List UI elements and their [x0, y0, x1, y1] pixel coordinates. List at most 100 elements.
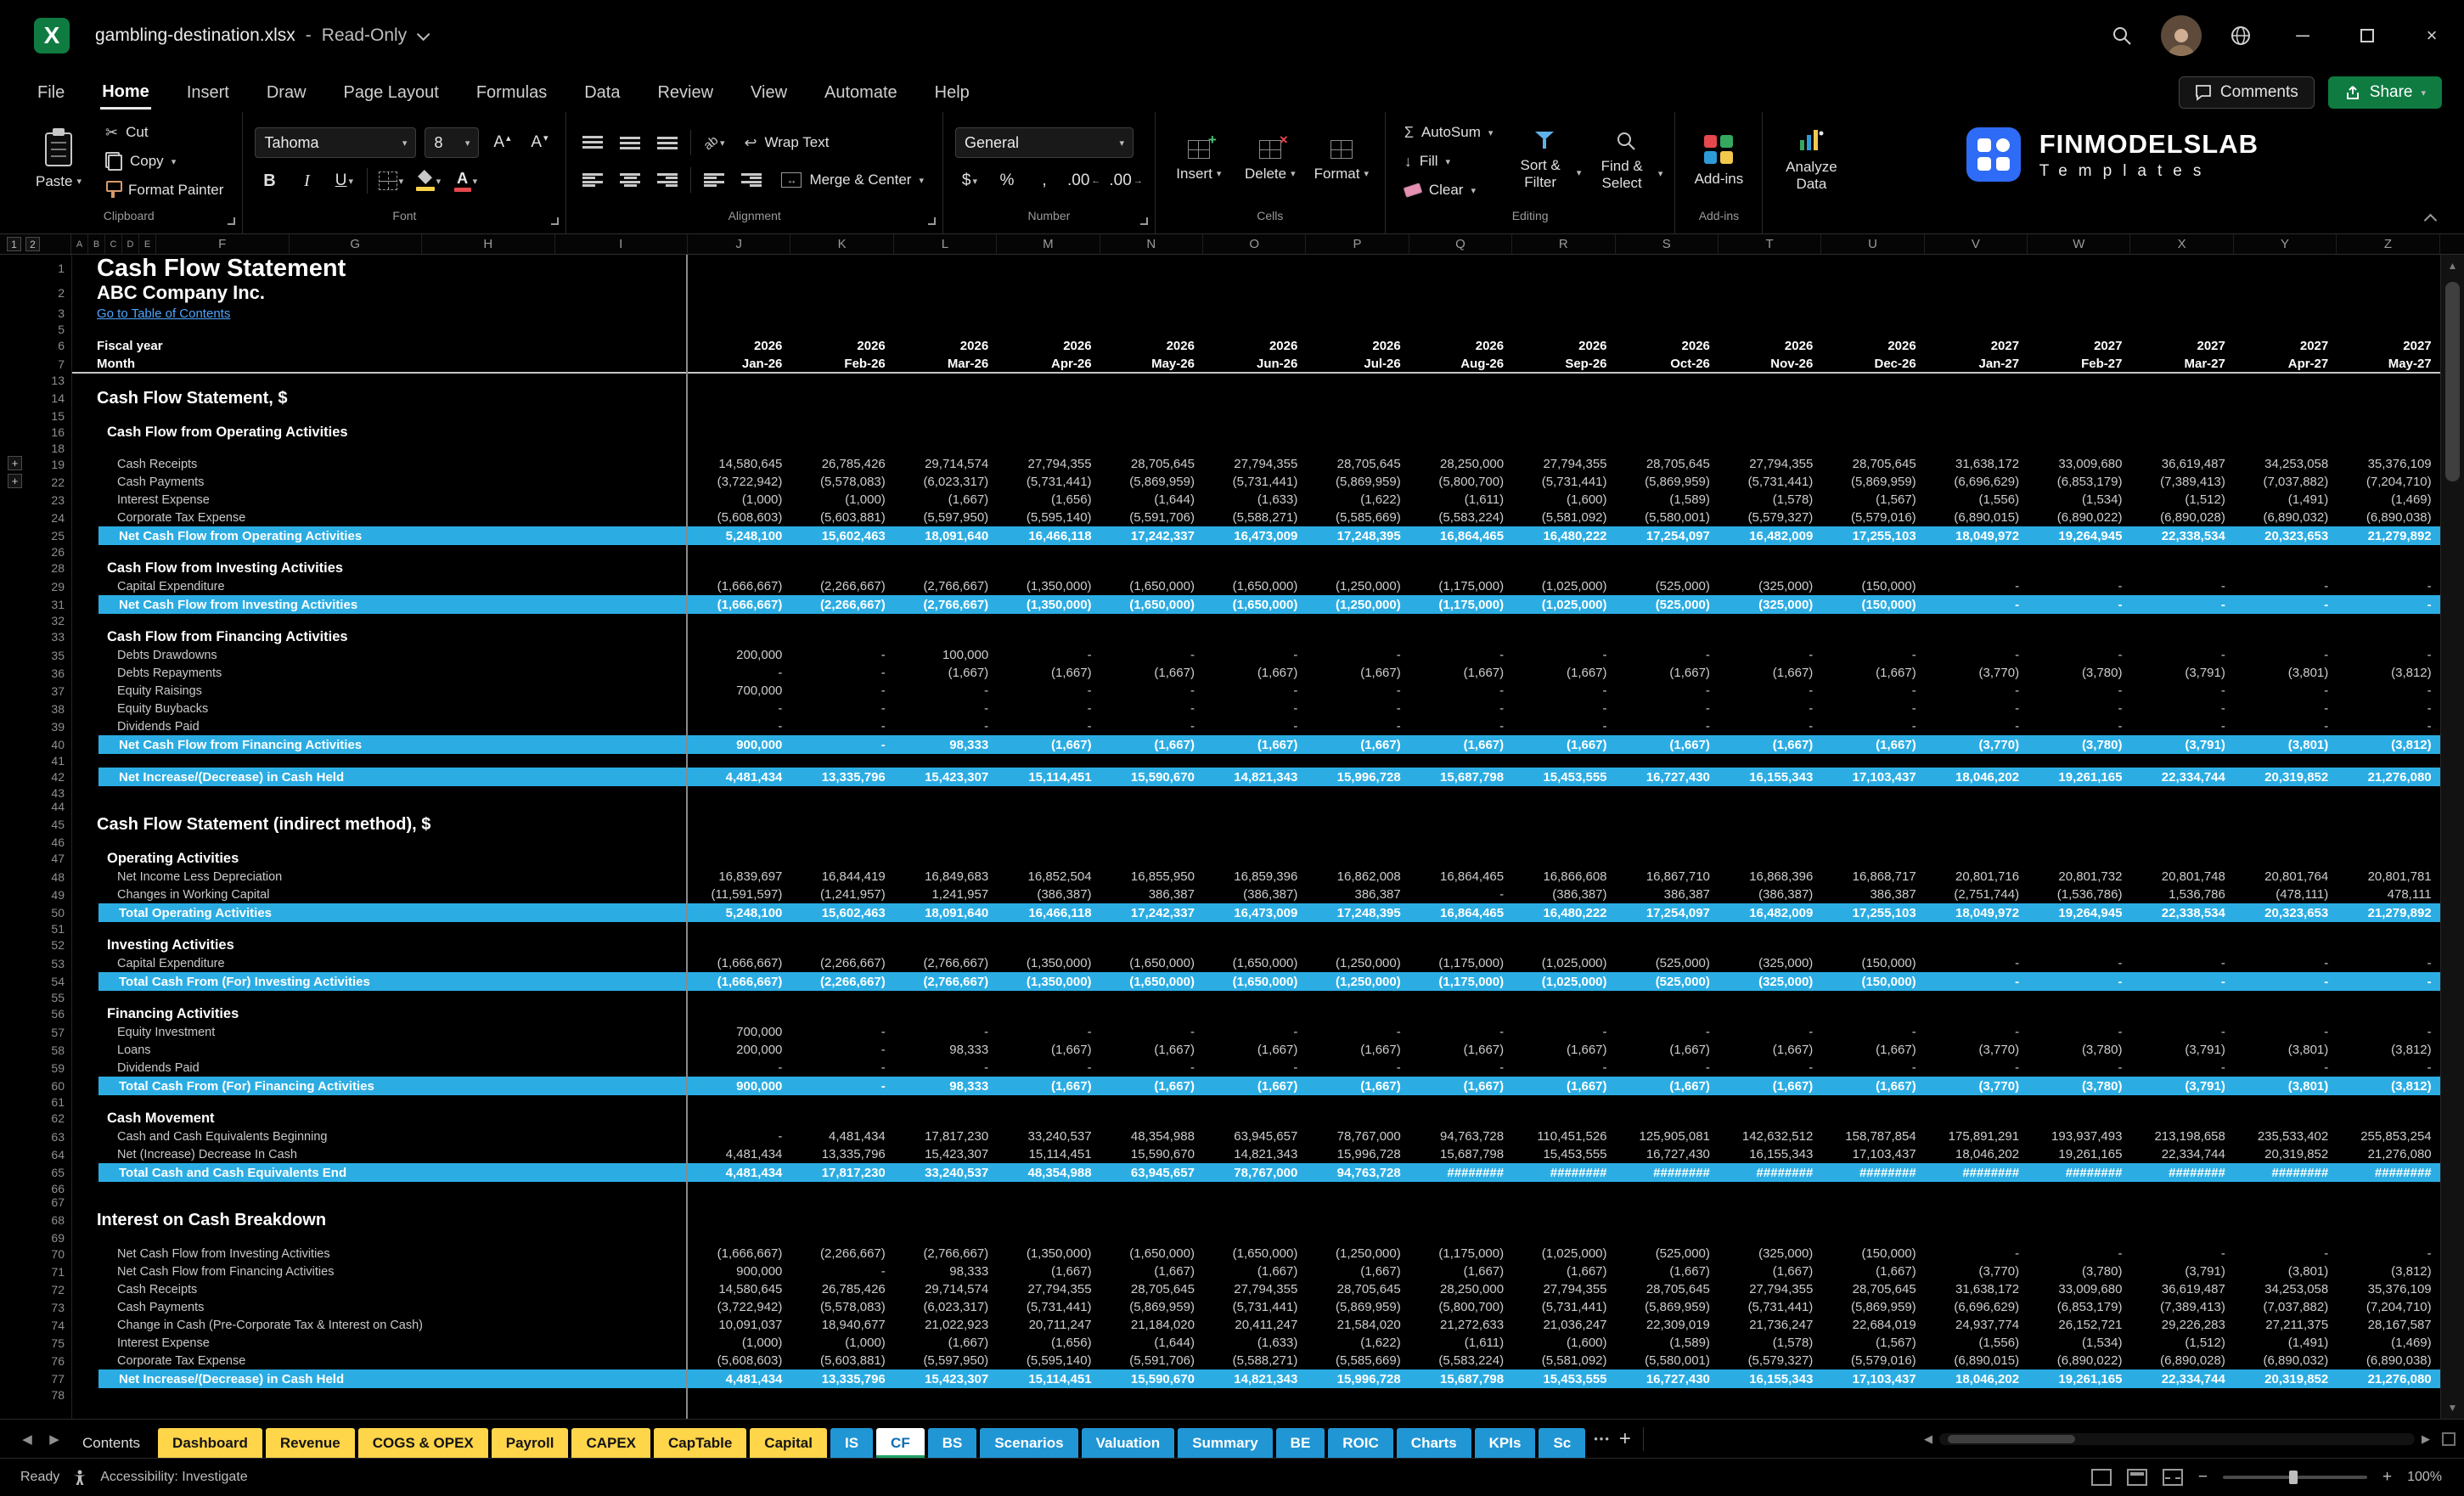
cell[interactable]: (1,650,000) [1203, 595, 1306, 614]
cell[interactable]: - [790, 682, 893, 700]
column-header-U[interactable]: U [1821, 234, 1924, 254]
row-label[interactable] [71, 1095, 688, 1109]
cell[interactable] [1821, 323, 1924, 336]
row-header[interactable]: 38 [36, 700, 71, 717]
cell[interactable]: (1,611) [1409, 1334, 1512, 1352]
cell[interactable]: Sep-26 [1512, 355, 1615, 374]
row-header[interactable]: 54 [36, 972, 71, 991]
row-header[interactable]: 13 [36, 374, 71, 387]
cell[interactable]: (1,633) [1203, 491, 1306, 509]
cell[interactable] [1512, 1095, 1615, 1109]
increase-indent-button[interactable] [737, 166, 766, 194]
cell[interactable] [790, 304, 893, 323]
cell[interactable] [688, 1182, 790, 1195]
cell[interactable]: 700,000 [688, 1023, 790, 1041]
cell[interactable] [1203, 387, 1306, 409]
row-header[interactable]: 50 [36, 903, 71, 922]
cell[interactable]: 28,250,000 [1409, 1280, 1512, 1298]
cell[interactable] [1925, 1388, 2028, 1402]
cell[interactable] [1306, 441, 1409, 455]
cell[interactable] [1100, 441, 1203, 455]
cell[interactable] [2130, 1388, 2233, 1402]
cell[interactable]: (1,175,000) [1409, 954, 1512, 972]
cell[interactable]: (5,583,224) [1409, 1352, 1512, 1369]
sheet-tab-capex[interactable]: CAPEX [571, 1428, 650, 1459]
row-header[interactable]: 33 [36, 627, 71, 646]
cell[interactable]: (1,667) [1512, 735, 1615, 754]
orientation-button[interactable]: ab▾ [700, 128, 729, 157]
cell[interactable] [2028, 1231, 2130, 1245]
cell[interactable] [1512, 282, 1615, 304]
cell[interactable] [1512, 374, 1615, 387]
cell[interactable]: 100,000 [894, 646, 997, 664]
cell[interactable]: 28,250,000 [1409, 455, 1512, 473]
cell[interactable]: (5,580,001) [1616, 509, 1719, 526]
format-cells-button[interactable]: Format▾ [1310, 119, 1373, 204]
cell[interactable] [2234, 255, 2337, 282]
row-label[interactable] [71, 545, 688, 559]
cell[interactable] [1100, 922, 1203, 936]
cell[interactable] [1616, 441, 1719, 455]
cell[interactable] [2028, 754, 2130, 768]
font-dialog-launcher[interactable] [551, 217, 559, 225]
cell[interactable]: - [2337, 1059, 2439, 1077]
cell[interactable] [1616, 282, 1719, 304]
row-label[interactable] [71, 1195, 688, 1209]
cell[interactable] [1100, 423, 1203, 441]
cell[interactable] [2234, 1231, 2337, 1245]
addins-button[interactable]: Add-ins [1687, 119, 1750, 204]
cell[interactable]: (1,667) [1306, 1041, 1409, 1059]
cell[interactable] [1100, 1209, 1203, 1231]
cell[interactable]: (1,667) [1512, 1041, 1615, 1059]
decrease-decimal-button[interactable]: .00→ [1109, 166, 1142, 195]
cell[interactable]: 16,864,465 [1409, 868, 1512, 886]
cell[interactable]: - [997, 646, 1100, 664]
cell[interactable] [2337, 786, 2439, 800]
menu-help[interactable]: Help [933, 76, 971, 108]
scroll-up-icon[interactable]: ▲ [2441, 255, 2464, 277]
cell[interactable]: (1,666,667) [688, 577, 790, 595]
row-label[interactable]: Cash Flow from Operating Activities [71, 423, 688, 441]
cell[interactable]: - [790, 664, 893, 682]
cell[interactable] [2028, 813, 2130, 835]
cell[interactable] [688, 1109, 790, 1128]
cell[interactable]: 16,859,396 [1203, 868, 1306, 886]
cell[interactable]: 15,996,728 [1306, 1369, 1409, 1388]
cell[interactable] [688, 1004, 790, 1023]
cell[interactable]: 4,481,434 [790, 1128, 893, 1145]
cell[interactable]: 10,091,037 [688, 1316, 790, 1334]
row-label[interactable]: Cash and Cash Equivalents Beginning [71, 1128, 688, 1145]
cell[interactable]: (1,656) [997, 1334, 1100, 1352]
cell[interactable] [894, 1388, 997, 1402]
cell[interactable] [1203, 614, 1306, 627]
cell[interactable]: - [2234, 954, 2337, 972]
row-label[interactable]: Cash Flow Statement (indirect method), $ [71, 813, 688, 835]
cell[interactable]: - [2028, 717, 2130, 735]
cell[interactable]: ######## [1925, 1163, 2028, 1182]
cell[interactable]: 17,817,230 [790, 1163, 893, 1182]
cell[interactable]: 15,423,307 [894, 1145, 997, 1163]
cell[interactable]: (5,579,016) [1821, 1352, 1924, 1369]
cell[interactable]: - [2028, 954, 2130, 972]
align-middle-button[interactable] [616, 128, 644, 157]
cell[interactable]: 22,334,744 [2130, 1369, 2233, 1388]
cell[interactable]: (1,589) [1616, 1334, 1719, 1352]
new-sheet-button[interactable]: + [1619, 1427, 1631, 1451]
cell[interactable] [1409, 936, 1512, 954]
cell[interactable]: (1,667) [1306, 664, 1409, 682]
cell[interactable] [1925, 786, 2028, 800]
cell[interactable] [1925, 835, 2028, 849]
row-label[interactable]: Financing Activities [71, 1004, 688, 1023]
cell[interactable]: 27,794,355 [1512, 1280, 1615, 1298]
cell[interactable]: 15,687,798 [1409, 1369, 1512, 1388]
cell[interactable] [2337, 754, 2439, 768]
cell[interactable]: - [2234, 700, 2337, 717]
column-header-C[interactable]: C [105, 234, 122, 254]
cell[interactable]: 16,868,717 [1821, 868, 1924, 886]
row-label[interactable]: Change in Cash (Pre-Corporate Tax & Inte… [71, 1316, 688, 1334]
cell[interactable]: 2027 [2028, 336, 2130, 355]
cell[interactable] [997, 1231, 1100, 1245]
cell[interactable] [2234, 835, 2337, 849]
cell[interactable]: - [1719, 1023, 1821, 1041]
cell[interactable] [894, 922, 997, 936]
